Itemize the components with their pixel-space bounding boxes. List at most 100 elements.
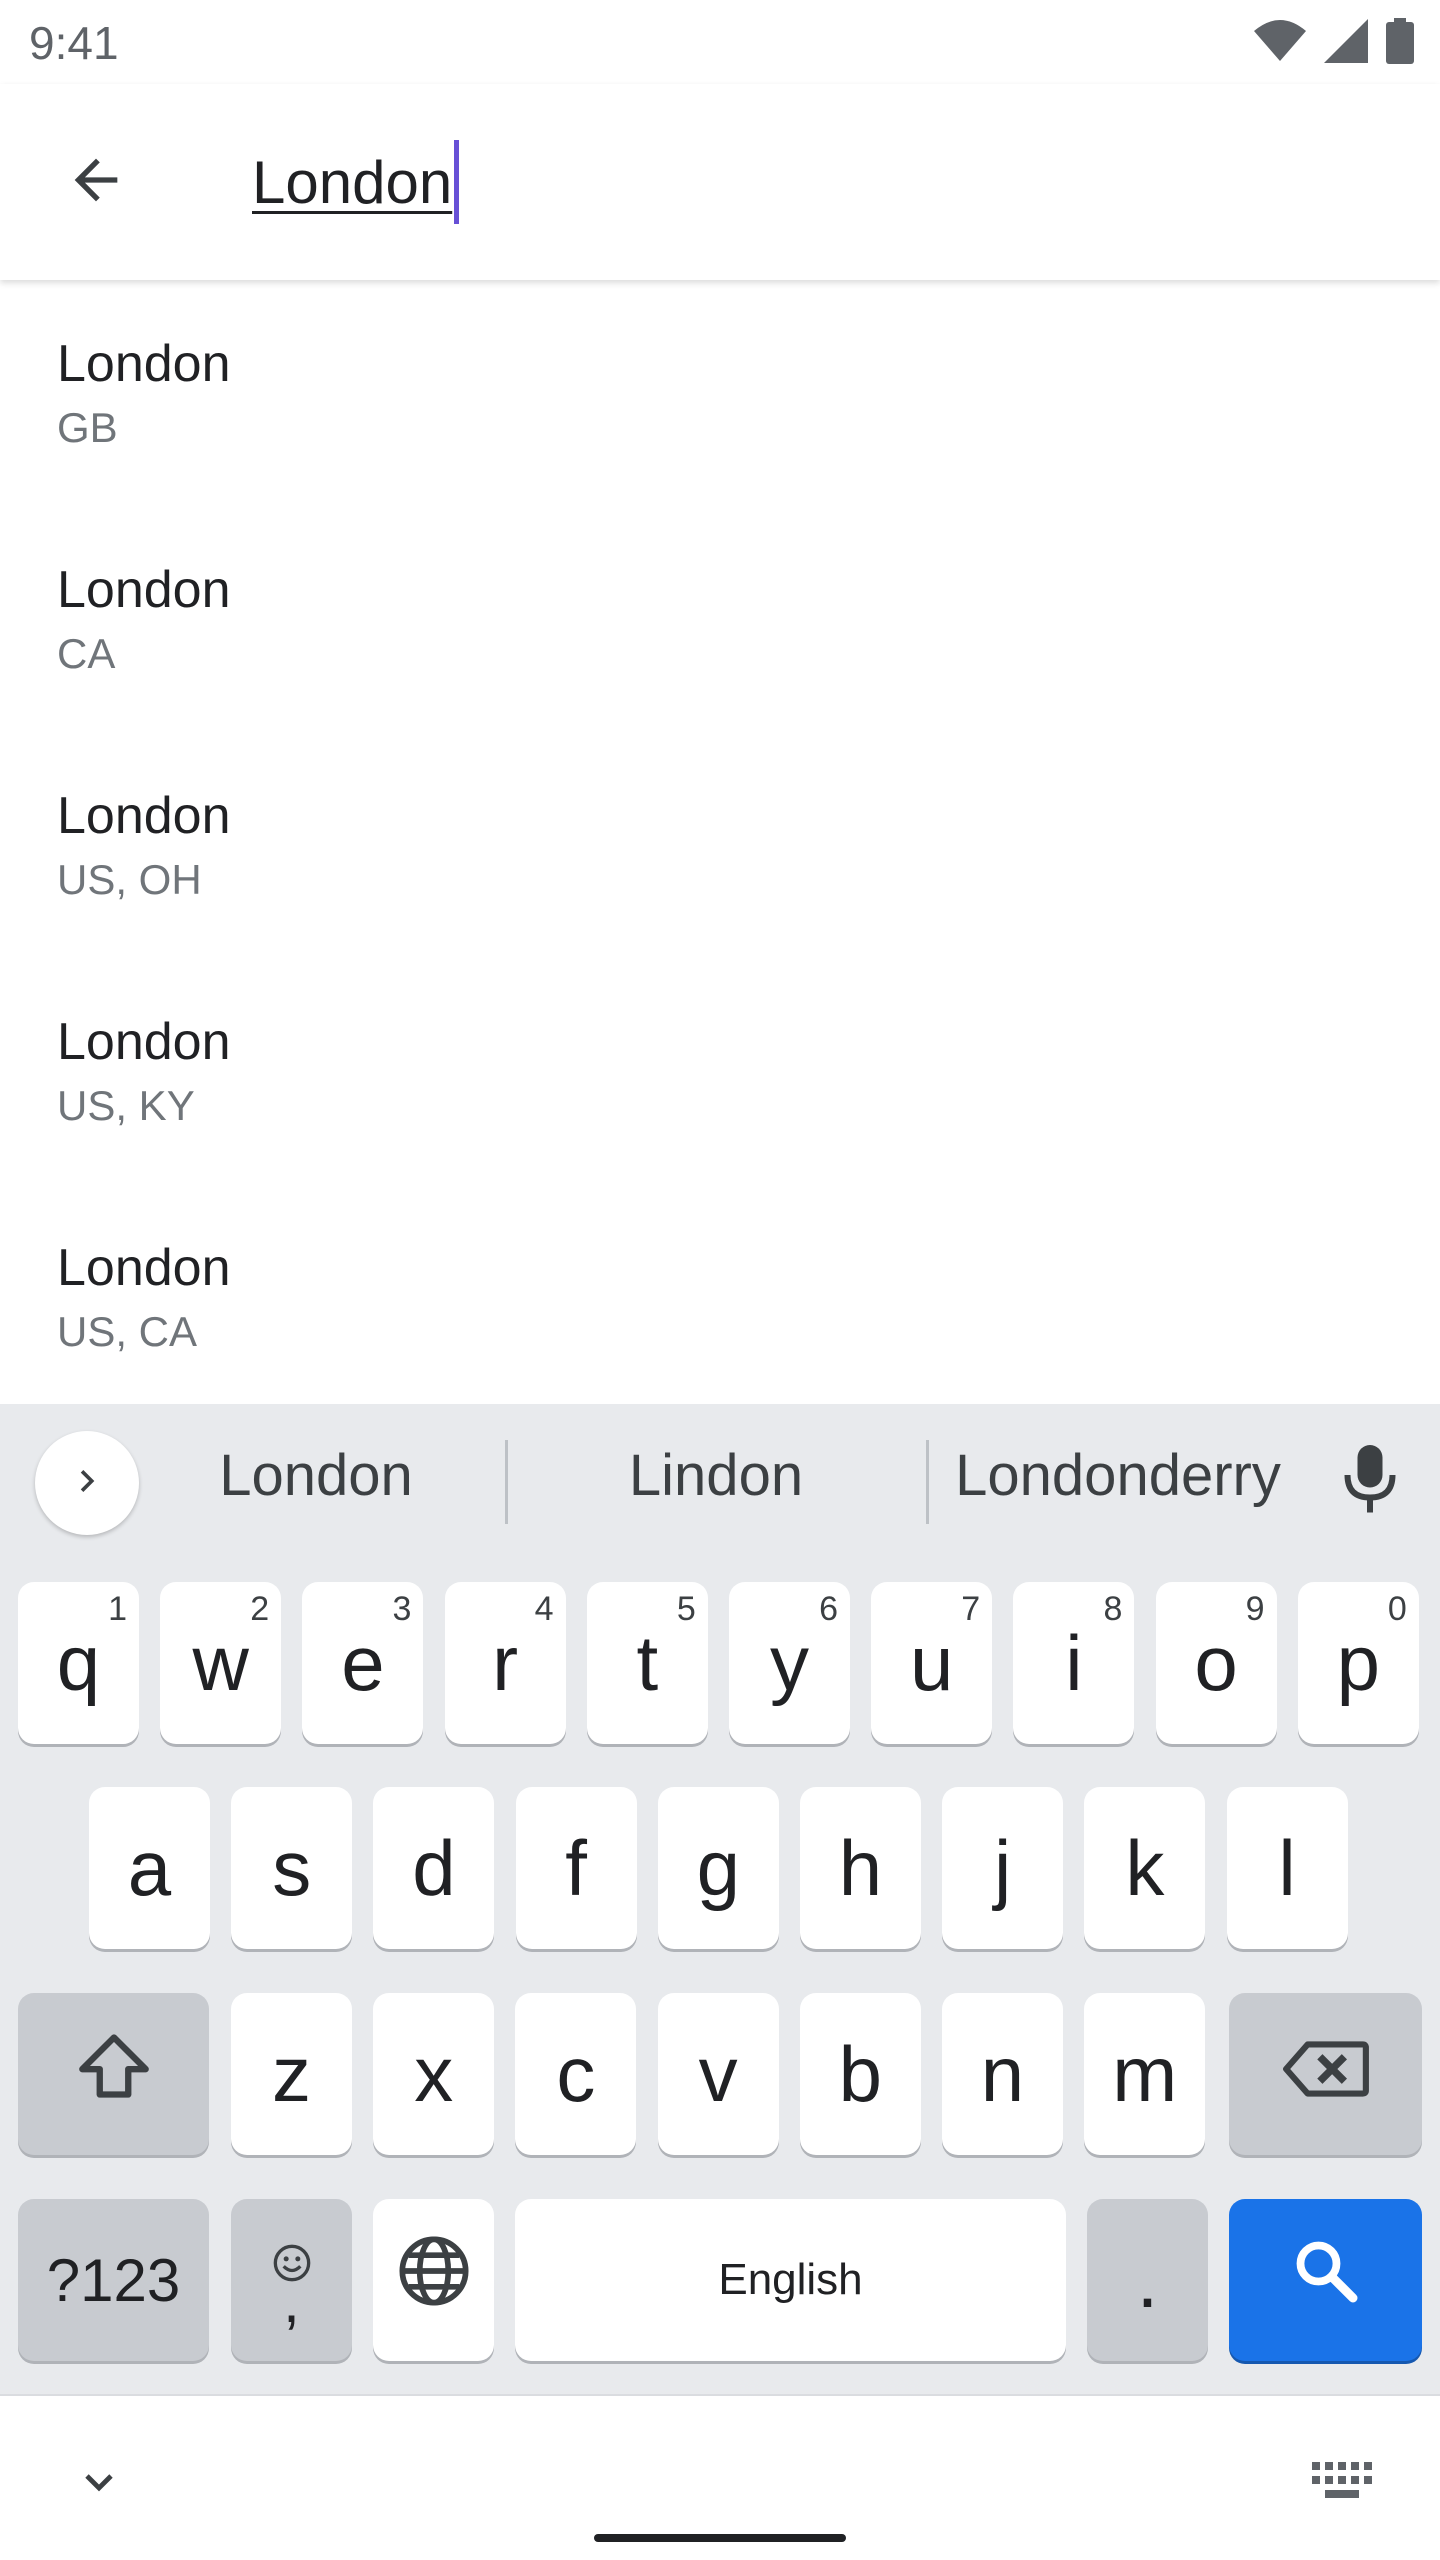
status-time: 9:41 (29, 17, 119, 69)
key-label: o (1194, 1618, 1238, 1707)
result-region: US, OH (57, 856, 202, 903)
key-b[interactable]: b (799, 1993, 921, 2155)
key-hint: 6 (819, 1590, 838, 1628)
key-a[interactable]: a (89, 1787, 210, 1949)
result-item[interactable]: London US, CA (0, 1184, 1440, 1404)
cellular-signal-icon (1324, 19, 1368, 63)
key-label: y (770, 1618, 809, 1707)
key-hint: 2 (250, 1590, 270, 1628)
key-label: c (556, 2029, 596, 2118)
suggestion-3[interactable]: Londonderry (948, 1442, 1288, 1509)
key-hint: 3 (392, 1590, 412, 1628)
key-label: b (838, 2029, 882, 2118)
battery-icon (1386, 18, 1414, 64)
suggestion-2[interactable]: Lindon (560, 1442, 872, 1509)
period-key[interactable]: . (1087, 2199, 1208, 2361)
suggestion-divider (926, 1440, 929, 1524)
key-label: i (1065, 1618, 1083, 1707)
result-item[interactable]: London GB (0, 280, 1440, 506)
key-label: p (1336, 1618, 1380, 1707)
key-r[interactable]: r4 (444, 1582, 566, 1744)
key-label: g (696, 1823, 740, 1912)
suggestion-bar: London Lindon Londonderry (0, 1404, 1440, 1560)
key-label: v (698, 2029, 738, 2118)
key-f[interactable]: f (515, 1787, 637, 1949)
key-t[interactable]: t5 (586, 1582, 708, 1744)
result-region: CA (57, 630, 116, 677)
key-label: l (1278, 1823, 1296, 1912)
wifi-icon (1254, 19, 1306, 63)
key-label: e (341, 1618, 385, 1707)
key-hint: 4 (534, 1590, 554, 1628)
key-label: j (994, 1823, 1012, 1912)
result-city: London (57, 561, 231, 619)
switch-keyboard-button[interactable] (1302, 2456, 1382, 2516)
key-o[interactable]: o9 (1155, 1582, 1277, 1744)
key-h[interactable]: h (800, 1787, 921, 1949)
key-k[interactable]: k (1084, 1787, 1206, 1949)
key-label: k (1125, 1823, 1165, 1912)
key-hint: 9 (1245, 1590, 1265, 1628)
microphone-icon (1340, 1442, 1400, 1523)
hide-keyboard-button[interactable] (64, 2454, 134, 2514)
search-input[interactable]: London (252, 134, 460, 230)
result-region: US, KY (57, 1082, 195, 1129)
key-label: h (838, 1823, 883, 1912)
result-region: US, CA (57, 1308, 198, 1355)
result-item[interactable]: London US, OH (0, 732, 1440, 958)
space-key[interactable]: English (515, 2199, 1066, 2361)
result-city: London (57, 335, 231, 393)
key-label: z (272, 2029, 311, 2118)
key-label: a (127, 1823, 172, 1912)
key-g[interactable]: g (657, 1787, 779, 1949)
shift-key[interactable] (18, 1993, 209, 2155)
back-button[interactable] (48, 134, 144, 230)
key-n[interactable]: n (942, 1993, 1063, 2155)
key-w[interactable]: w2 (160, 1582, 282, 1744)
key-label: m (1112, 2029, 1178, 2118)
comma-label: , (283, 2268, 300, 2335)
key-d[interactable]: d (373, 1787, 495, 1949)
key-v[interactable]: v (657, 1993, 779, 2155)
voice-input-button[interactable] (1330, 1440, 1410, 1524)
result-city: London (57, 787, 231, 845)
key-z[interactable]: z (231, 1993, 352, 2155)
search-input-value: London (252, 148, 453, 216)
suggestion-1[interactable]: London (160, 1442, 472, 1509)
result-region: GB (57, 404, 118, 451)
emoji-comma-key[interactable]: , (231, 2199, 352, 2361)
suggestion-divider (505, 1440, 508, 1524)
key-label: x (414, 2029, 454, 2118)
key-q[interactable]: q1 (18, 1582, 139, 1744)
key-label: q (56, 1618, 101, 1707)
key-m[interactable]: m (1084, 1993, 1206, 2155)
key-j[interactable]: j (942, 1787, 1064, 1949)
key-s[interactable]: s (231, 1787, 353, 1949)
key-label: d (412, 1823, 456, 1912)
key-e[interactable]: e3 (302, 1582, 424, 1744)
key-c[interactable]: c (515, 1993, 637, 2155)
key-y[interactable]: y6 (729, 1582, 850, 1744)
result-item[interactable]: London US, KY (0, 958, 1440, 1184)
key-i[interactable]: i8 (1013, 1582, 1135, 1744)
key-label: u (909, 1618, 954, 1707)
search-icon (1290, 2235, 1362, 2326)
key-x[interactable]: x (373, 1993, 495, 2155)
results-list: London GB London CA London US, OH London… (0, 280, 1440, 1404)
backspace-icon (1280, 2029, 1372, 2120)
language-key[interactable] (373, 2199, 494, 2361)
key-label: w (192, 1618, 249, 1707)
search-action-key[interactable] (1229, 2199, 1422, 2361)
key-p[interactable]: p0 (1297, 1582, 1419, 1744)
navigation-area (0, 2394, 1440, 2560)
home-gesture-handle[interactable] (594, 2534, 846, 2542)
symbols-key[interactable]: ?123 (18, 2199, 209, 2361)
expand-toolbar-button[interactable] (35, 1431, 139, 1535)
key-l[interactable]: l (1226, 1787, 1348, 1949)
backspace-key[interactable] (1229, 1993, 1422, 2155)
key-u[interactable]: u7 (871, 1582, 993, 1744)
chevron-down-icon (75, 2458, 123, 2511)
key-label: t (636, 1618, 659, 1707)
search-header: London (0, 84, 1440, 280)
result-item[interactable]: London CA (0, 506, 1440, 732)
